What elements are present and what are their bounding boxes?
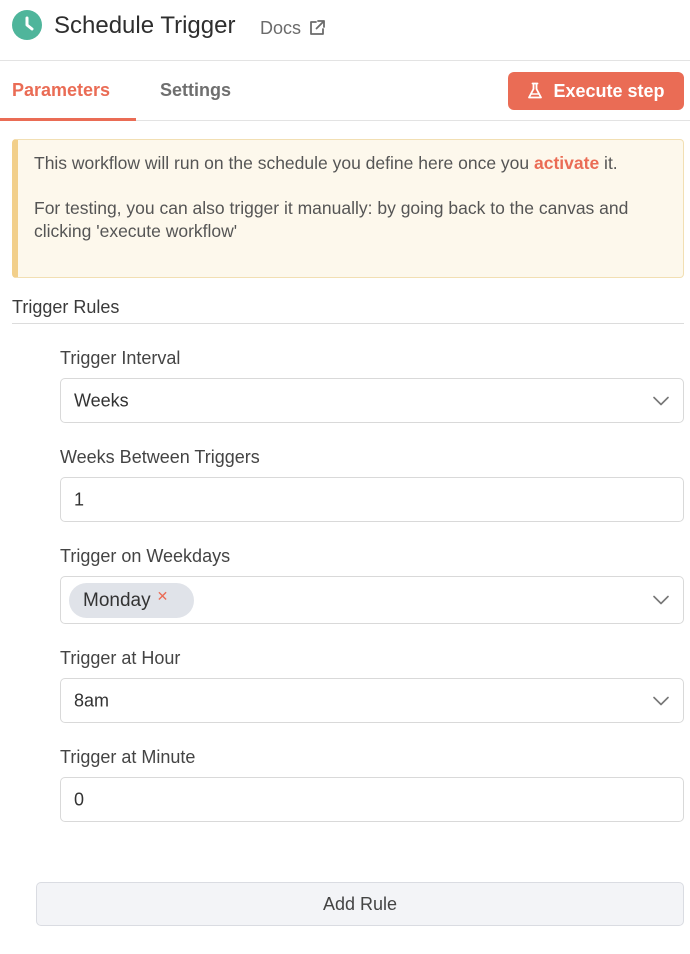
node-title: Schedule Trigger [54,12,236,39]
tab-parameters[interactable]: Parameters [0,61,136,121]
execute-step-label: Execute step [553,80,665,101]
notice-line-2: For testing, you can also trigger it man… [34,198,629,241]
trigger-hour-value: 8am [74,690,110,710]
docs-label: Docs [260,18,302,38]
trigger-rules-title: Trigger Rules [12,297,120,317]
trigger-hour-select[interactable]: 8am [60,678,684,723]
chevron-down-icon [653,396,669,405]
notice-line-1: This workflow will run on the schedule y… [34,153,618,173]
weekday-tag-label: Monday [83,589,151,611]
trigger-interval-select[interactable]: Weeks [60,378,684,423]
trigger-interval-value: Weeks [74,390,129,410]
clock-icon [12,10,42,40]
trigger-minute-label: Trigger at Minute [60,747,196,767]
execute-step-button[interactable]: Execute step [508,72,684,110]
tab-bar: Parameters Settings Execute step [0,61,690,121]
weeks-between-value: 1 [74,489,85,509]
chevron-down-icon [653,696,669,705]
info-notice: This workflow will run on the schedule y… [12,139,684,278]
tab-settings[interactable]: Settings [160,61,231,121]
node-header: Schedule Trigger Docs [0,0,690,61]
weekday-tag: Monday ✕ [69,583,194,618]
docs-link[interactable]: Docs [260,17,326,39]
add-rule-button[interactable]: Add Rule [36,882,684,926]
weeks-between-input[interactable]: 1 [60,477,684,522]
activate-link[interactable]: activate [534,153,599,173]
trigger-hour-label: Trigger at Hour [60,648,181,668]
weekdays-multiselect[interactable]: Monday ✕ [60,576,684,624]
trigger-interval-label: Trigger Interval [60,348,181,368]
trigger-minute-value: 0 [74,789,85,809]
weekdays-label: Trigger on Weekdays [60,546,231,566]
section-divider [12,323,684,324]
remove-tag-icon[interactable]: ✕ [157,588,169,605]
trigger-minute-input[interactable]: 0 [60,777,684,822]
chevron-down-icon [653,595,669,605]
flask-icon [528,82,543,99]
weeks-between-label: Weeks Between Triggers [60,447,260,467]
external-link-icon [310,20,325,35]
